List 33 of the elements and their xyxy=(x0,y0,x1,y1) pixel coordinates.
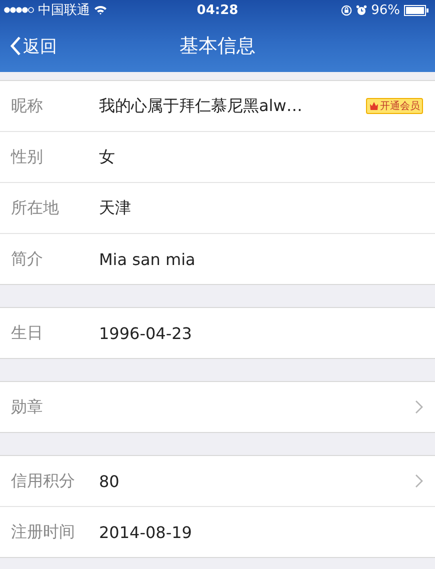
row-label: 勋章 xyxy=(11,396,44,418)
signal-icon xyxy=(4,7,34,13)
row-value: 80 xyxy=(99,472,120,490)
row-value: 女 xyxy=(99,146,116,168)
carrier-name: 中国联通 xyxy=(38,2,90,19)
row-value: 我的心属于拜仁慕尼黑alw… xyxy=(99,96,304,116)
back-chevron-icon xyxy=(10,36,21,56)
rotation-lock-icon xyxy=(341,4,352,16)
row-value: 天津 xyxy=(99,198,132,218)
row-value: 2014-08-19 xyxy=(99,522,193,542)
row-label: 注册时间 xyxy=(11,522,76,542)
row-value: Mia san mia xyxy=(99,250,196,268)
status-time: 04:28 xyxy=(196,2,238,18)
back-button[interactable]: 返回 xyxy=(0,34,57,58)
settings-row[interactable]: 勋章 xyxy=(0,382,435,432)
crown-icon xyxy=(369,101,379,111)
row-label: 性别 xyxy=(11,146,44,168)
row-label: 信用积分 xyxy=(11,470,76,492)
badge-text: 开通会员 xyxy=(380,100,420,113)
vip-badge[interactable]: 开通会员 xyxy=(366,98,423,114)
chevron-right-icon xyxy=(415,474,423,488)
row-value: 1996-04-23 xyxy=(99,324,193,342)
settings-row[interactable]: 信用积分 80 xyxy=(0,456,435,506)
battery-icon xyxy=(404,4,429,16)
battery-percent: 96% xyxy=(371,2,400,18)
wifi-icon xyxy=(94,5,107,15)
page-title: 基本信息 xyxy=(180,34,256,59)
alarm-icon xyxy=(356,4,368,16)
row-label: 简介 xyxy=(11,248,44,270)
row-label: 所在地 xyxy=(11,198,60,218)
row-label: 生日 xyxy=(11,322,44,344)
row-label: 昵称 xyxy=(11,96,44,116)
chevron-right-icon xyxy=(415,400,423,414)
